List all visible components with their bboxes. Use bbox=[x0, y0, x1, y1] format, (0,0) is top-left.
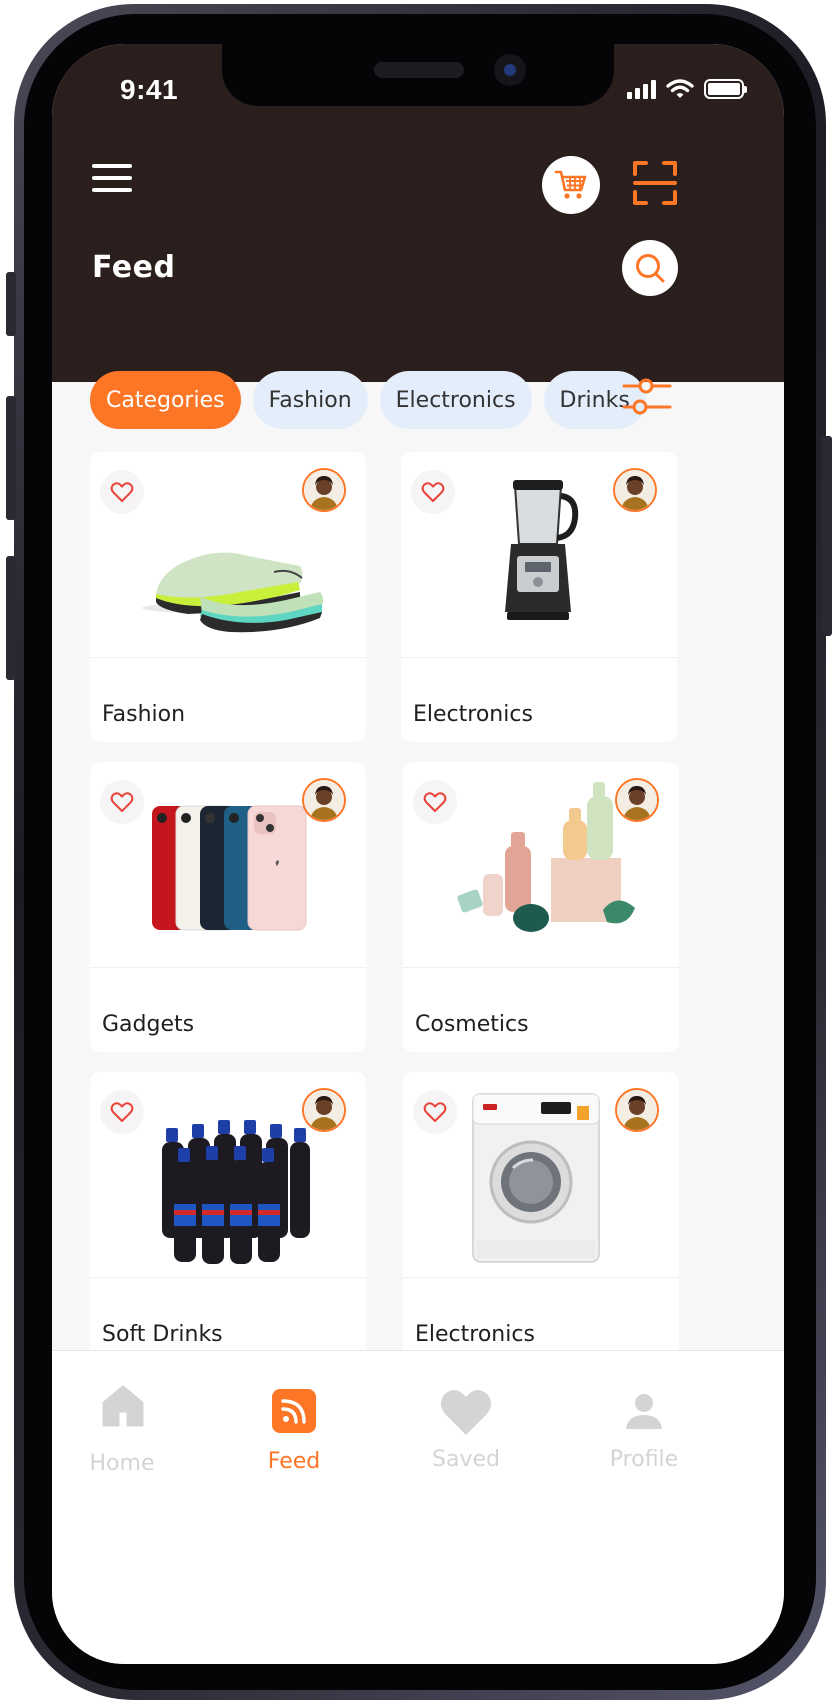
seller-avatar[interactable] bbox=[613, 468, 657, 512]
favorite-button[interactable] bbox=[413, 1090, 457, 1134]
person-avatar-image bbox=[617, 780, 657, 820]
person-avatar-image bbox=[615, 470, 655, 510]
heart-outline-icon bbox=[110, 1102, 134, 1122]
status-icons bbox=[627, 78, 747, 100]
person-avatar-image bbox=[304, 1090, 344, 1130]
nav-feed[interactable]: Feed bbox=[224, 1351, 364, 1481]
card-label: Soft Drinks bbox=[102, 1322, 223, 1347]
cart-icon bbox=[554, 170, 587, 199]
category-card-fashion[interactable]: Fashion bbox=[90, 452, 366, 742]
rss-icon bbox=[281, 1399, 306, 1424]
user-icon bbox=[626, 1394, 662, 1429]
chip-electronics[interactable]: Electronics bbox=[379, 371, 532, 429]
volume-up-button bbox=[6, 396, 16, 520]
nav-label: Saved bbox=[432, 1447, 500, 1472]
person-avatar-image bbox=[617, 1090, 657, 1130]
app-header: 9:41 Feed bbox=[52, 44, 784, 382]
category-card-cosmetics[interactable]: Cosmetics bbox=[403, 762, 679, 1052]
front-camera bbox=[494, 54, 526, 86]
person-avatar-image bbox=[304, 780, 344, 820]
wifi-icon bbox=[666, 79, 694, 98]
heart-outline-icon bbox=[423, 1102, 447, 1122]
chip-fashion[interactable]: Fashion bbox=[252, 371, 368, 429]
favorite-button[interactable] bbox=[100, 470, 144, 514]
seller-avatar[interactable] bbox=[302, 1088, 346, 1132]
seller-avatar[interactable] bbox=[615, 778, 659, 822]
heart-icon bbox=[440, 1389, 492, 1435]
speaker bbox=[374, 62, 464, 78]
nav-label: Profile bbox=[609, 1447, 679, 1472]
bottom-navigation: Home Feed Saved Profile bbox=[52, 1350, 784, 1664]
nav-label: Feed bbox=[267, 1449, 321, 1474]
app-screen: 9:41 Feed Categories Fashion Electronics… bbox=[52, 44, 784, 1664]
heart-outline-icon bbox=[423, 792, 447, 812]
card-label: Electronics bbox=[413, 702, 533, 727]
silent-switch bbox=[6, 272, 16, 336]
home-icon bbox=[102, 1385, 144, 1427]
feed-icon-tile bbox=[272, 1389, 316, 1433]
favorite-button[interactable] bbox=[100, 780, 144, 824]
filter-sliders-icon[interactable] bbox=[622, 374, 672, 420]
nav-saved[interactable]: Saved bbox=[396, 1351, 536, 1481]
heart-outline-icon bbox=[110, 792, 134, 812]
person-avatar-image bbox=[304, 470, 344, 510]
seller-avatar[interactable] bbox=[615, 1088, 659, 1132]
nav-label: Home bbox=[89, 1451, 155, 1476]
favorite-button[interactable] bbox=[411, 470, 455, 514]
hamburger-menu-icon[interactable] bbox=[92, 164, 132, 192]
favorite-button[interactable] bbox=[413, 780, 457, 824]
cellular-signal-icon bbox=[627, 79, 656, 99]
seller-avatar[interactable] bbox=[302, 468, 346, 512]
card-label: Cosmetics bbox=[415, 1012, 529, 1037]
search-button[interactable] bbox=[622, 240, 678, 296]
battery-icon bbox=[704, 79, 747, 99]
heart-outline-icon bbox=[421, 482, 445, 502]
category-card-electronics-appliances[interactable]: Electronics bbox=[403, 1072, 679, 1362]
nav-home[interactable]: Home bbox=[52, 1351, 192, 1481]
category-chips: Categories Fashion Electronics Drinks bbox=[90, 370, 646, 430]
page-title: Feed bbox=[92, 250, 176, 285]
cart-button[interactable] bbox=[542, 156, 600, 214]
scan-icon[interactable] bbox=[632, 160, 678, 206]
card-label: Electronics bbox=[415, 1322, 535, 1347]
favorite-button[interactable] bbox=[100, 1090, 144, 1134]
chip-categories[interactable]: Categories bbox=[90, 371, 241, 429]
category-card-gadgets[interactable]: Gadgets bbox=[90, 762, 366, 1052]
nav-profile[interactable]: Profile bbox=[574, 1351, 714, 1481]
power-button bbox=[822, 436, 832, 636]
heart-outline-icon bbox=[110, 482, 134, 502]
category-card-electronics[interactable]: Electronics bbox=[401, 452, 677, 742]
notch bbox=[222, 44, 614, 106]
category-card-soft-drinks[interactable]: Soft Drinks bbox=[90, 1072, 366, 1362]
seller-avatar[interactable] bbox=[302, 778, 346, 822]
status-time: 9:41 bbox=[120, 74, 179, 105]
card-label: Fashion bbox=[102, 702, 186, 727]
card-label: Gadgets bbox=[102, 1012, 195, 1037]
volume-down-button bbox=[6, 556, 16, 680]
search-icon bbox=[636, 254, 665, 283]
